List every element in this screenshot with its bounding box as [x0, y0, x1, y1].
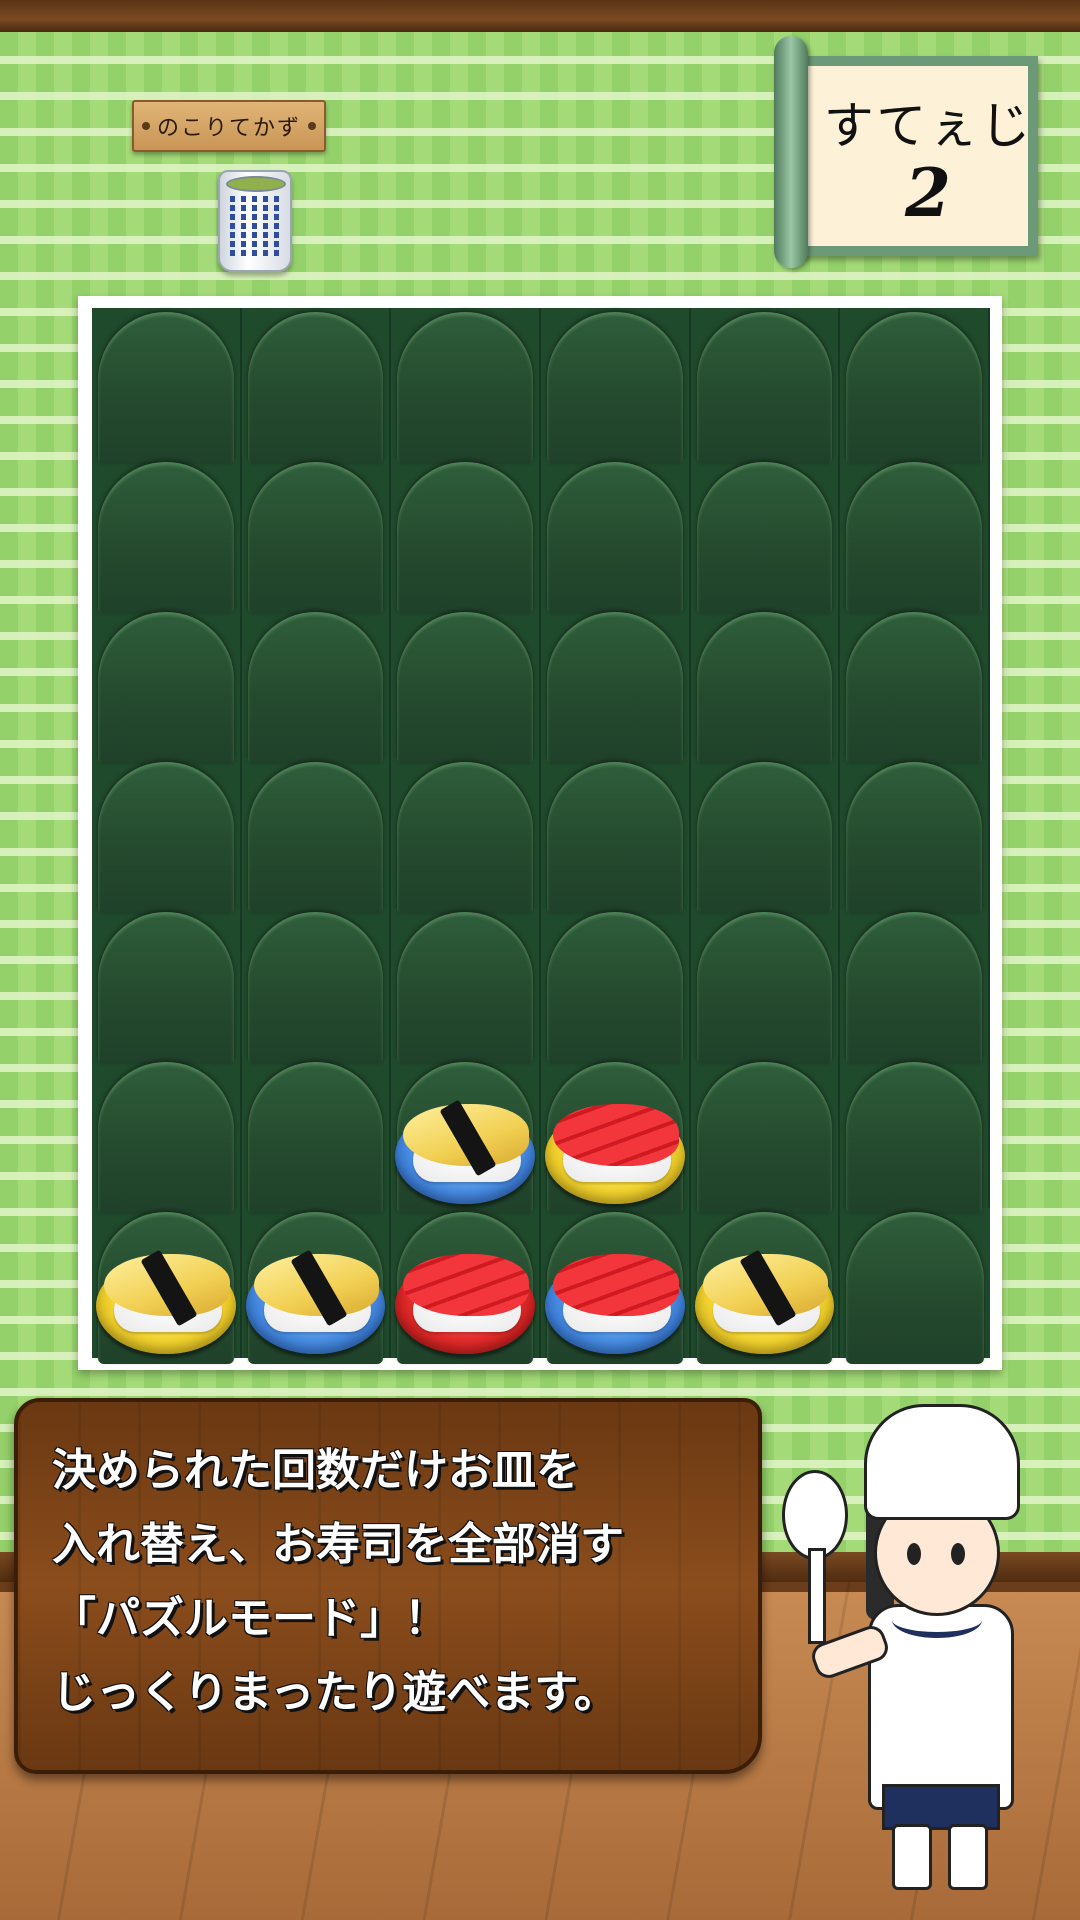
board-cell[interactable] — [691, 1058, 841, 1214]
message-line-1: 決められた回数だけお皿を — [52, 1445, 580, 1496]
tuna-sushi-red-plate[interactable] — [395, 1254, 535, 1354]
board-cell[interactable] — [92, 458, 242, 614]
tuna-topping — [553, 1104, 679, 1166]
rice-paddle-handle — [808, 1548, 826, 1644]
board-cell[interactable] — [691, 908, 841, 1064]
stage-label: すてぇじ — [823, 97, 1033, 155]
scroll-rod — [774, 36, 808, 268]
tamago-sushi-yellow-plate[interactable] — [96, 1249, 236, 1354]
rice-paddle-icon — [782, 1470, 848, 1560]
board-cell[interactable] — [242, 608, 392, 764]
board-cell[interactable] — [541, 608, 691, 764]
chef-eye — [907, 1543, 921, 1565]
board-cell[interactable] — [691, 758, 841, 914]
board-cell[interactable] — [840, 308, 990, 464]
board-cell[interactable] — [691, 308, 841, 464]
message-board: 決められた回数だけお皿を 入れ替え、お寿司を全部消す 「パズルモード」！ じっく… — [14, 1398, 762, 1774]
chef-leg — [948, 1824, 988, 1890]
board-cell[interactable] — [92, 608, 242, 764]
chef-leg — [892, 1824, 932, 1890]
chef-eye — [951, 1543, 965, 1565]
stage-number: 2 — [905, 154, 951, 232]
tamago-sushi-yellow-plate[interactable] — [694, 1249, 835, 1354]
board-cell[interactable] — [541, 308, 691, 464]
board-cell[interactable] — [92, 1058, 242, 1214]
board-cell[interactable] — [840, 1208, 990, 1364]
board-cell[interactable] — [391, 608, 541, 764]
board-cell[interactable] — [242, 908, 392, 1064]
board-cell[interactable] — [391, 758, 541, 914]
board-cell[interactable] — [840, 1058, 990, 1214]
tuna-sushi-blue-plate[interactable] — [545, 1254, 685, 1354]
sushi-chef-character — [772, 1404, 1072, 1904]
ceiling-beam — [0, 0, 1080, 32]
board-cell[interactable] — [541, 1058, 691, 1214]
board-cell[interactable] — [391, 908, 541, 1064]
board-cell[interactable] — [92, 758, 242, 914]
board-cell[interactable] — [691, 1208, 841, 1364]
board-cell[interactable] — [242, 308, 392, 464]
board-cell[interactable] — [391, 458, 541, 614]
board-cell[interactable] — [840, 458, 990, 614]
chef-hat — [864, 1404, 1020, 1520]
board-cell[interactable] — [92, 308, 242, 464]
tamago-sushi-blue-plate[interactable] — [395, 1099, 535, 1204]
tamago-sushi-blue-plate[interactable] — [245, 1249, 386, 1354]
tuna-topping — [553, 1254, 679, 1316]
teacup-move-counter-icon — [218, 170, 292, 272]
board-cell[interactable] — [242, 1208, 392, 1364]
nail-icon — [308, 122, 316, 130]
remaining-moves-sign: のこりてかず — [132, 100, 326, 152]
board-cell[interactable] — [691, 458, 841, 614]
board-cell[interactable] — [242, 758, 392, 914]
tuna-topping — [403, 1254, 529, 1316]
board-cell[interactable] — [541, 758, 691, 914]
board-cell[interactable] — [242, 1058, 392, 1214]
board-cell[interactable] — [242, 458, 392, 614]
board-cell[interactable] — [541, 908, 691, 1064]
tea-rim — [226, 176, 286, 192]
board-cell[interactable] — [840, 758, 990, 914]
board-cell[interactable] — [92, 908, 242, 1064]
fish-kanji-pattern — [230, 196, 280, 256]
board-cell[interactable] — [541, 1208, 691, 1364]
nail-icon — [142, 122, 150, 130]
tuna-sushi-yellow-plate[interactable] — [545, 1104, 685, 1204]
board-cell[interactable] — [840, 608, 990, 764]
board-cell[interactable] — [92, 1208, 242, 1364]
message-line-4: じっくりまったり遊べます。 — [52, 1667, 618, 1718]
remaining-moves-label: のこりてかず — [156, 116, 301, 141]
board-cell[interactable] — [391, 308, 541, 464]
message-line-3: 「パズルモード」！ — [52, 1593, 448, 1644]
stage-scroll: すてぇじ 2 — [768, 36, 1058, 268]
board-cell[interactable] — [840, 908, 990, 1064]
board-cell[interactable] — [691, 608, 841, 764]
board-cell[interactable] — [541, 458, 691, 614]
game-board — [92, 308, 990, 1364]
board-cell[interactable] — [391, 1208, 541, 1364]
message-line-2: 入れ替え、お寿司を全部消す — [52, 1519, 624, 1570]
board-cell[interactable] — [391, 1058, 541, 1214]
